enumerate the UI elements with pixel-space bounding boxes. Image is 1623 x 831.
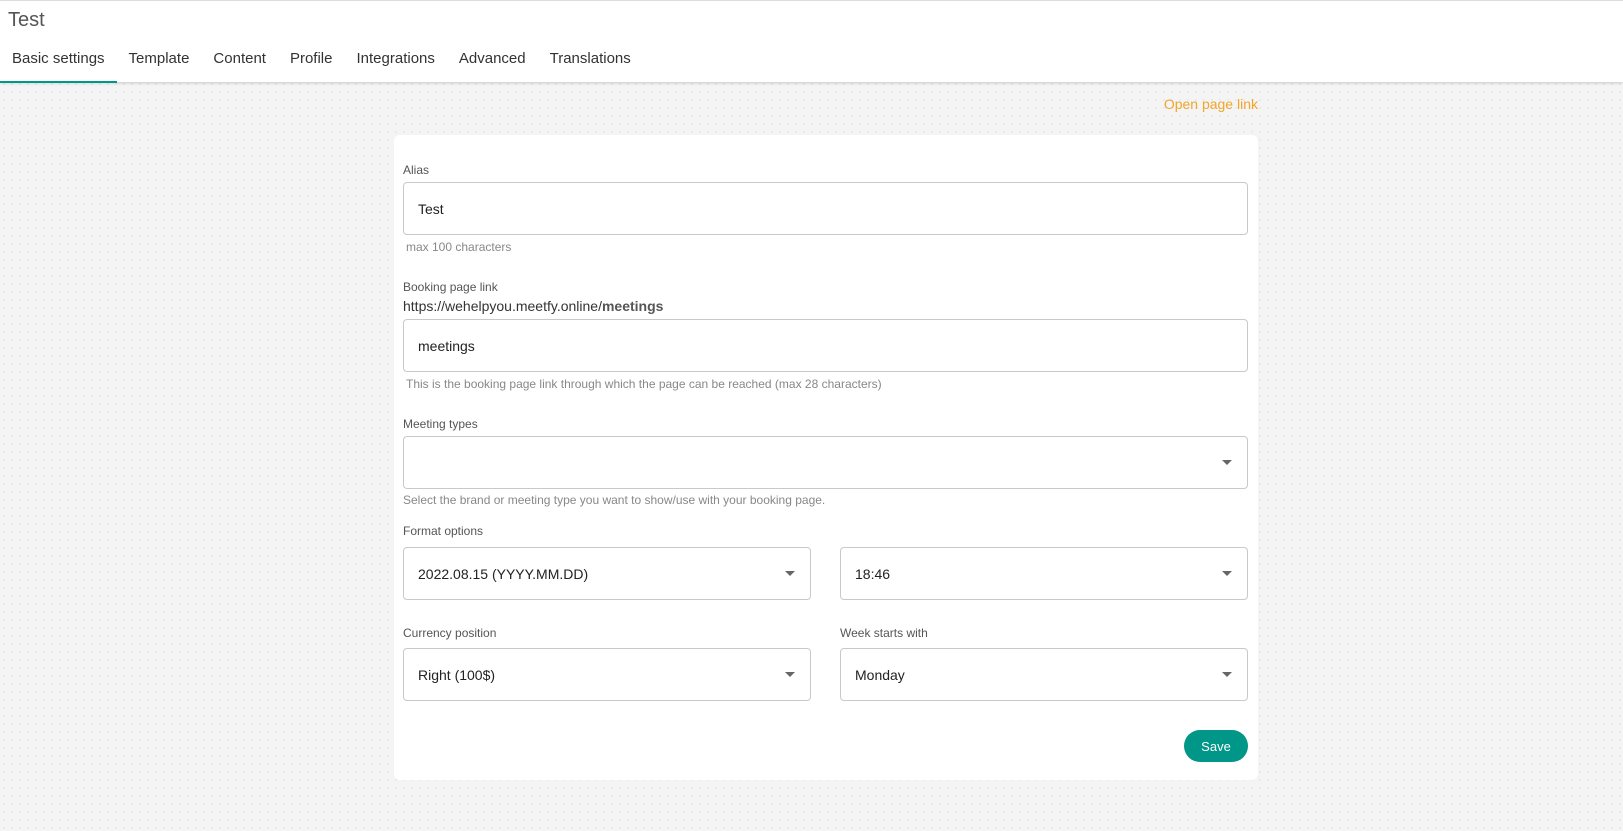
meeting-types-label: Meeting types <box>403 417 478 431</box>
week-start-label: Week starts with <box>840 626 928 640</box>
booking-link-label: Booking page link <box>403 280 498 294</box>
chevron-down-icon <box>1222 460 1232 465</box>
tab-bar: Basic settings Template Content Profile … <box>0 41 643 83</box>
booking-link-url: https://wehelpyou.meetfy.online/meetings <box>403 298 663 314</box>
date-format-select[interactable]: 2022.08.15 (YYYY.MM.DD) <box>403 547 811 600</box>
tab-advanced[interactable]: Advanced <box>447 41 538 83</box>
chevron-down-icon <box>785 672 795 677</box>
settings-card: Alias Test max 100 characters Booking pa… <box>394 135 1258 780</box>
format-options-label: Format options <box>403 524 484 538</box>
currency-position-label: Currency position <box>403 626 497 640</box>
tab-template[interactable]: Template <box>117 41 202 83</box>
alias-hint: max 100 characters <box>406 240 512 254</box>
booking-link-slug: meetings <box>601 298 664 314</box>
tab-content[interactable]: Content <box>201 41 278 83</box>
week-start-value: Monday <box>855 666 905 683</box>
tab-basic-settings[interactable]: Basic settings <box>0 41 117 83</box>
chevron-down-icon <box>1222 571 1232 576</box>
week-start-select[interactable]: Monday <box>840 648 1248 701</box>
open-page-link[interactable]: Open page link <box>1164 96 1258 112</box>
booking-link-input[interactable]: meetings <box>403 319 1248 372</box>
currency-position-value: Right (100$) <box>418 666 496 683</box>
time-format-value: 18:46 <box>855 565 891 582</box>
tab-translations[interactable]: Translations <box>538 41 643 83</box>
booking-link-value: meetings <box>418 337 475 354</box>
booking-link-base: https://wehelpyou.meetfy.online/ <box>403 298 602 314</box>
tab-integrations[interactable]: Integrations <box>345 41 447 83</box>
tab-profile[interactable]: Profile <box>278 41 345 83</box>
chevron-down-icon <box>1222 672 1232 677</box>
currency-position-select[interactable]: Right (100$) <box>403 648 811 701</box>
save-button[interactable]: Save <box>1184 730 1248 762</box>
alias-input[interactable]: Test <box>403 182 1248 235</box>
time-format-select[interactable]: 18:46 <box>840 547 1248 600</box>
date-format-value: 2022.08.15 (YYYY.MM.DD) <box>418 565 589 582</box>
meeting-types-hint: Select the brand or meeting type you wan… <box>403 493 826 507</box>
page-title: Test <box>8 9 45 31</box>
app-header: Test Basic settings Template Content Pro… <box>0 0 1623 83</box>
chevron-down-icon <box>785 571 795 576</box>
booking-link-hint: This is the booking page link through wh… <box>406 377 882 391</box>
alias-label: Alias <box>403 163 430 177</box>
meeting-types-select[interactable] <box>403 436 1248 489</box>
alias-value: Test <box>418 200 444 217</box>
